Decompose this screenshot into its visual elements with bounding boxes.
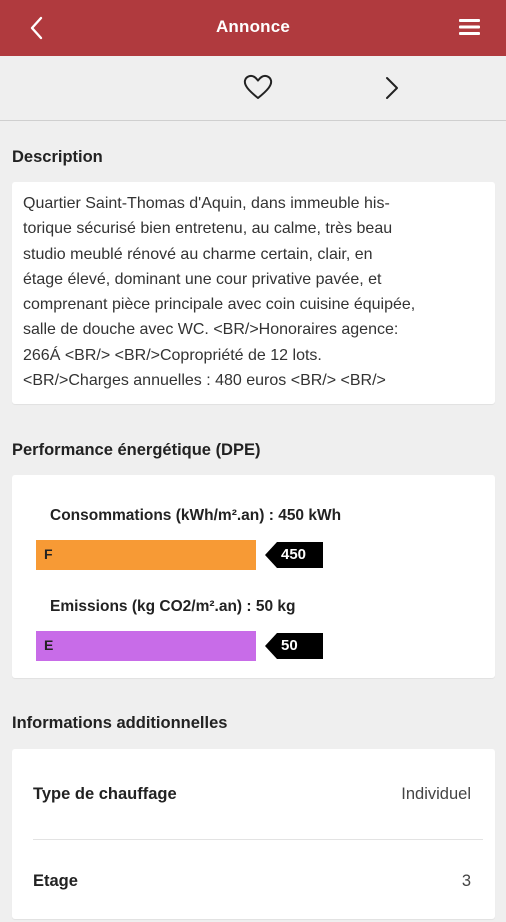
page-title: Annonce xyxy=(215,17,291,36)
info-row-key: Etage xyxy=(33,872,78,890)
consumption-label: Consommations (kWh/m².an) : 450 kWh xyxy=(50,507,342,524)
emissions-value: 50 xyxy=(281,637,298,654)
info-card: Type de chauffage Individuel Etage 3 xyxy=(12,749,495,919)
info-row-value: 3 xyxy=(461,872,471,890)
info-row-heating: Type de chauffage Individuel xyxy=(12,749,495,835)
app-bar: Annonce xyxy=(0,0,506,56)
listing-toolbar xyxy=(0,56,506,121)
dpe-heading: Performance énergétique (DPE) xyxy=(12,441,261,459)
favorite-heart-icon[interactable] xyxy=(242,72,274,102)
description-card: Quartier Saint-Thomas d'Aquin, dans imme… xyxy=(12,182,495,404)
description-heading: Description xyxy=(12,148,103,166)
dpe-card: Consommations (kWh/m².an) : 450 kWh F 45… xyxy=(12,475,495,678)
emissions-label: Emissions (kg CO2/m².an) : 50 kg xyxy=(50,598,296,615)
info-heading: Informations additionnelles xyxy=(12,714,228,732)
emissions-value-marker: 50 xyxy=(265,633,323,659)
consumption-class-letter: F xyxy=(44,546,53,562)
next-chevron-icon[interactable] xyxy=(382,74,402,102)
emissions-class-letter: E xyxy=(44,637,54,653)
consumption-class-bar: F xyxy=(36,540,256,570)
consumption-value-marker: 450 xyxy=(265,542,323,568)
emissions-class-bar: E xyxy=(36,631,256,661)
info-row-value: Individuel xyxy=(401,785,471,803)
info-row-floor: Etage 3 xyxy=(12,836,495,922)
description-text: Quartier Saint-Thomas d'Aquin, dans imme… xyxy=(23,195,416,390)
hamburger-menu-icon[interactable] xyxy=(458,16,482,38)
info-row-key: Type de chauffage xyxy=(33,785,177,803)
consumption-value: 450 xyxy=(281,546,307,563)
